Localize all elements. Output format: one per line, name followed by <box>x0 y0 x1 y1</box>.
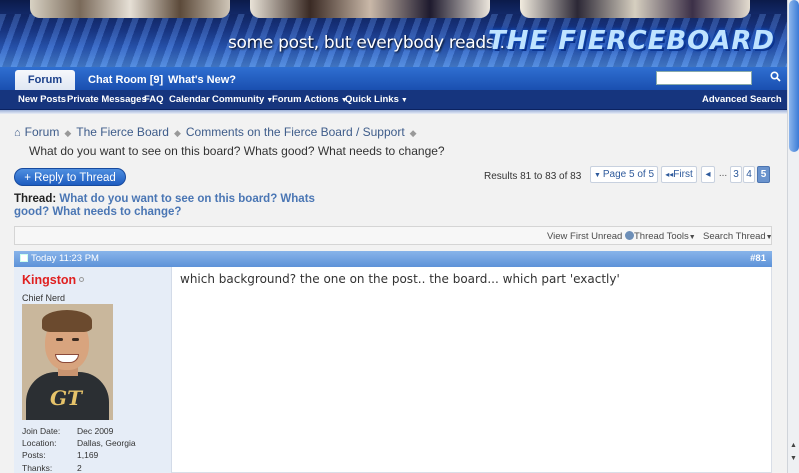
pager-first[interactable]: ◂◂First <box>661 166 697 183</box>
user-stats: Join Date: Dec 2009 Location: Dallas, Geor… <box>22 425 136 473</box>
stat-value: 1,169 <box>77 450 99 461</box>
results-count: Results 81 to 83 of 83 <box>484 171 582 182</box>
subnav-new-posts[interactable]: New Posts <box>18 90 66 110</box>
subnav-faq[interactable]: FAQ <box>144 90 164 110</box>
chevron-down-icon: ▼ <box>400 97 408 104</box>
search-thread-menu[interactable]: Search Thread▼ <box>703 231 773 242</box>
tab-whats-new[interactable]: What's New? <box>158 70 246 90</box>
breadcrumb: ⌂ Forum ◆ The Fierce Board ◆ Comments on the … <box>14 125 422 139</box>
pager-prev[interactable]: ◂ <box>701 166 715 183</box>
search-icon[interactable] <box>766 69 784 87</box>
stat-key: Thanks: <box>22 462 53 473</box>
banner-photo-strip-3 <box>520 0 750 18</box>
post-message: which background? the one on the post.. … <box>180 272 620 286</box>
scroll-down-arrow-icon[interactable]: ▼ <box>788 453 799 464</box>
breadcrumb-separator-icon: ◆ <box>173 128 181 138</box>
chevron-down-icon: ▼ <box>688 234 696 241</box>
post-number-link[interactable]: #81 <box>750 251 766 267</box>
offline-status-icon <box>79 277 85 282</box>
post-status-icon <box>20 254 28 262</box>
breadcrumb-current: What do you want to see on this board? W… <box>29 144 445 158</box>
scroll-up-arrow-icon[interactable]: ▲ <box>788 440 799 451</box>
user-title: Chief Nerd <box>22 293 66 303</box>
breadcrumb-separator-icon: ◆ <box>64 128 72 138</box>
sub-nav: New Posts Private Messages FAQ Calendar … <box>0 90 787 110</box>
stat-key: Location: <box>22 438 57 449</box>
thread-label: Thread: <box>14 193 57 205</box>
breadcrumb-fierce-board[interactable]: The Fierce Board <box>76 125 169 139</box>
subnav-advanced-search[interactable]: Advanced Search <box>702 90 782 110</box>
main-nav: Forum Chat Room [9] What's New? <box>0 67 787 90</box>
pager-page-5[interactable]: 5 <box>757 166 770 183</box>
breadcrumb-forum[interactable]: Forum <box>25 125 60 139</box>
post-date-text: Today 11:23 PM <box>31 253 99 264</box>
banner-photo-strip <box>30 0 230 18</box>
subnav-calendar[interactable]: Calendar <box>169 90 210 110</box>
page-jump-arrow-icon: ▼ <box>593 172 603 179</box>
username-text: Kingston <box>22 273 77 287</box>
stat-thanks: Thanks: 2 <box>22 462 136 473</box>
unread-arrow-icon <box>624 231 634 240</box>
subnav-forum-actions-label: Forum Actions <box>272 94 339 105</box>
breadcrumb-separator-icon: ◆ <box>409 128 417 138</box>
page-of-label: Page 5 of 5 <box>602 169 655 180</box>
stat-value: Dallas, Georgia <box>77 438 136 449</box>
avatar-eye <box>72 338 79 341</box>
post-header: Today 11:23 PM #81 <box>14 251 772 267</box>
subnav-community[interactable]: Community ▼ <box>212 90 273 110</box>
breadcrumb-comments[interactable]: Comments on the Fierce Board / Support <box>186 125 405 139</box>
avatar-shirt-logo: GT <box>50 386 82 410</box>
tab-forum[interactable]: Forum <box>15 70 75 90</box>
avatar-hair <box>42 310 92 332</box>
page-jump-menu[interactable]: ▼ Page 5 of 5 <box>590 166 658 183</box>
search-input[interactable] <box>656 71 752 85</box>
stat-key: Join Date: <box>22 426 61 436</box>
view-first-unread-link[interactable]: View First Unread <box>547 231 634 242</box>
view-first-unread-label: View First Unread <box>547 231 623 242</box>
avatar[interactable]: GT <box>22 304 113 420</box>
scrollbar-thumb[interactable] <box>789 0 799 152</box>
site-banner: some post, but everybody reads... THE FI… <box>0 0 787 67</box>
stat-key: Posts: <box>22 450 46 461</box>
home-icon[interactable]: ⌂ <box>14 127 21 139</box>
subnav-forum-actions[interactable]: Forum Actions ▼ <box>272 90 348 110</box>
window-scrollbar[interactable]: ▲ ▼ <box>787 0 799 473</box>
chevron-down-icon: ▼ <box>765 234 773 241</box>
avatar-eye <box>56 338 63 341</box>
pager-page-4[interactable]: 4 <box>743 166 755 183</box>
banner-tagline: some post, but everybody reads... <box>228 33 510 53</box>
thread-tools-bar: View First Unread Thread Tools▼ Search T… <box>14 226 773 245</box>
search-thread-label: Search Thread <box>703 231 766 242</box>
banner-photo-strip-2 <box>250 0 490 18</box>
thread-tools-label: Thread Tools <box>634 231 689 242</box>
thread-heading: Thread: What do you want to see on this … <box>14 193 344 219</box>
subnav-quick-links[interactable]: Quick Links ▼ <box>345 90 408 110</box>
reply-to-thread-button[interactable]: + Reply to Thread <box>14 168 126 186</box>
stat-location: Location: Dallas, Georgia <box>22 437 136 449</box>
stat-value: 2 <box>77 462 82 473</box>
post-date: Today 11:23 PM <box>20 251 99 267</box>
stat-value: Dec 2009 <box>77 426 114 436</box>
subnav-private-messages[interactable]: Private Messages <box>67 90 147 110</box>
pager-first-label: First <box>673 169 693 180</box>
subnav-quick-links-label: Quick Links <box>345 94 399 105</box>
site-logo[interactable]: THE FIERCEBOARD <box>488 26 775 56</box>
stat-join-date: Join Date: Dec 2009 <box>22 425 136 437</box>
pager-ellipsis[interactable]: ... <box>717 166 729 183</box>
pager-page-3[interactable]: 3 <box>730 166 742 183</box>
stat-posts: Posts: 1,169 <box>22 449 136 461</box>
thread-tools-menu[interactable]: Thread Tools▼ <box>634 231 696 242</box>
thread-title-link[interactable]: What do you want to see on this board? W… <box>14 193 315 218</box>
username-link[interactable]: Kingston <box>22 273 85 287</box>
subnav-community-label: Community <box>212 94 265 105</box>
